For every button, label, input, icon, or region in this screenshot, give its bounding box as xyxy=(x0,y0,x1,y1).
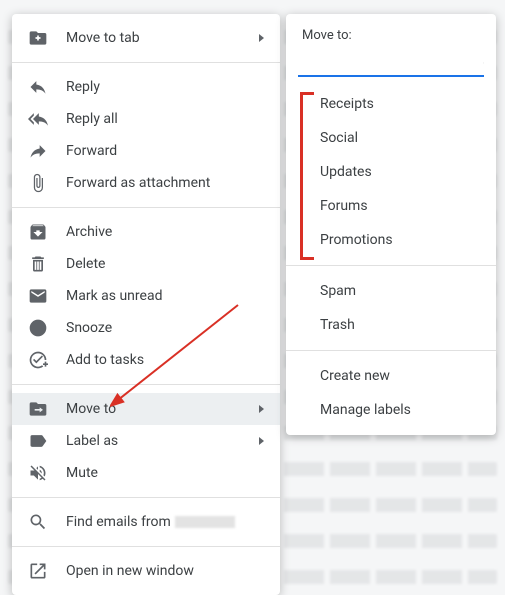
separator xyxy=(12,384,280,385)
separator xyxy=(286,265,496,266)
menu-open-new-window[interactable]: Open in new window xyxy=(12,555,280,587)
menu-label: Add to tasks xyxy=(66,352,264,368)
folder-plus-icon xyxy=(28,28,48,48)
submenu-manage-labels[interactable]: Manage labels xyxy=(286,393,496,427)
menu-label: Reply xyxy=(66,79,264,95)
menu-label: Open in new window xyxy=(66,563,264,579)
submenu-create-new[interactable]: Create new xyxy=(286,359,496,393)
annotation-bracket xyxy=(300,92,314,260)
menu-label: Snooze xyxy=(66,320,264,336)
menu-reply-all[interactable]: Reply all xyxy=(12,103,280,135)
redacted-name xyxy=(175,516,235,528)
menu-label: Archive xyxy=(66,224,264,240)
menu-label: Mark as unread xyxy=(66,288,264,304)
menu-snooze[interactable]: Snooze xyxy=(12,312,280,344)
menu-label: Reply all xyxy=(66,111,264,127)
menu-label: Mute xyxy=(66,465,264,481)
label-icon xyxy=(28,431,48,451)
menu-mute[interactable]: Mute xyxy=(12,457,280,489)
menu-forward[interactable]: Forward xyxy=(12,135,280,167)
search-input[interactable] xyxy=(298,54,483,72)
archive-icon xyxy=(28,222,48,242)
menu-move-to-tab[interactable]: Move to tab xyxy=(12,22,280,54)
separator xyxy=(12,207,280,208)
submenu-label-social[interactable]: Social xyxy=(286,121,496,155)
menu-archive[interactable]: Archive xyxy=(12,216,280,248)
open-new-window-icon xyxy=(28,561,48,581)
context-menu: Move to tab Reply Reply all Forward Forw… xyxy=(12,14,280,595)
reply-icon xyxy=(28,77,48,97)
submenu-title: Move to: xyxy=(286,22,496,47)
menu-label: Forward xyxy=(66,143,264,159)
chevron-right-icon xyxy=(259,34,264,42)
separator xyxy=(286,350,496,351)
mute-icon xyxy=(28,463,48,483)
submenu-label-forums[interactable]: Forums xyxy=(286,189,496,223)
paperclip-icon xyxy=(28,173,48,193)
menu-delete[interactable]: Delete xyxy=(12,248,280,280)
menu-forward-attachment[interactable]: Forward as attachment xyxy=(12,167,280,199)
chevron-right-icon xyxy=(259,405,264,413)
menu-label: Move to tab xyxy=(66,30,259,46)
menu-reply[interactable]: Reply xyxy=(12,71,280,103)
clock-icon xyxy=(28,318,48,338)
menu-label: Move to xyxy=(66,401,259,417)
menu-mark-unread[interactable]: Mark as unread xyxy=(12,280,280,312)
menu-label-as[interactable]: Label as xyxy=(12,425,280,457)
search-icon xyxy=(483,54,484,72)
folder-arrow-icon xyxy=(28,399,48,419)
trash-icon xyxy=(28,254,48,274)
menu-label: Label as xyxy=(66,433,259,449)
submenu-search[interactable] xyxy=(298,51,484,77)
menu-label: Find emails from xyxy=(66,514,264,530)
move-to-submenu: Move to: Receipts Social Updates Forums … xyxy=(286,14,496,435)
task-add-icon xyxy=(28,350,48,370)
menu-move-to[interactable]: Move to xyxy=(12,393,280,425)
mail-icon xyxy=(28,286,48,306)
menu-find-emails[interactable]: Find emails from xyxy=(12,506,280,538)
submenu-spam[interactable]: Spam xyxy=(286,274,496,308)
separator xyxy=(12,62,280,63)
chevron-right-icon xyxy=(259,437,264,445)
menu-add-to-tasks[interactable]: Add to tasks xyxy=(12,344,280,376)
submenu-label-updates[interactable]: Updates xyxy=(286,155,496,189)
menu-label: Delete xyxy=(66,256,264,272)
search-icon xyxy=(28,512,48,532)
separator xyxy=(12,546,280,547)
forward-icon xyxy=(28,141,48,161)
separator xyxy=(12,497,280,498)
reply-all-icon xyxy=(28,109,48,129)
submenu-trash[interactable]: Trash xyxy=(286,308,496,342)
menu-label: Forward as attachment xyxy=(66,175,264,191)
submenu-label-receipts[interactable]: Receipts xyxy=(286,87,496,121)
submenu-label-promotions[interactable]: Promotions xyxy=(286,223,496,257)
